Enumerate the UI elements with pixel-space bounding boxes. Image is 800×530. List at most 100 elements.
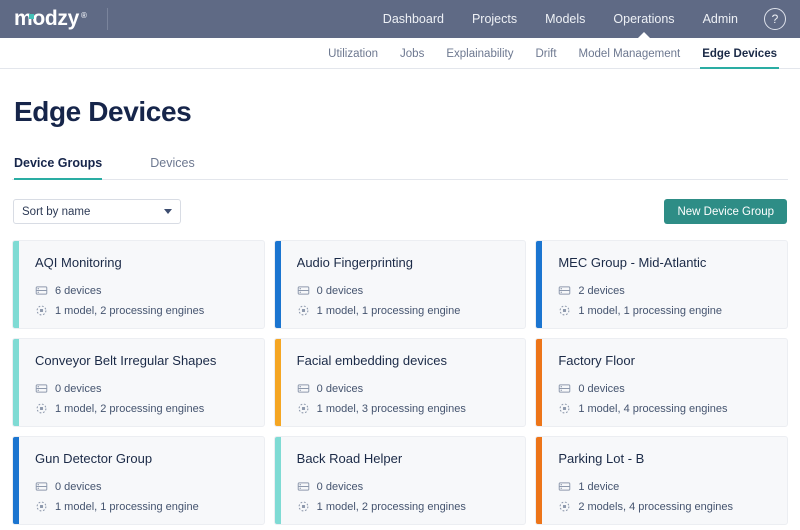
device-count-row: 6 devices [35, 284, 250, 297]
device-count-row: 0 devices [35, 480, 250, 493]
device-count-label: 0 devices [316, 382, 364, 395]
card-accent-bar [274, 241, 281, 328]
device-icon [297, 382, 317, 395]
nav-item-models[interactable]: Models [531, 0, 599, 38]
device-icon [558, 382, 578, 395]
device-count-row: 0 devices [297, 480, 512, 493]
brand-logo[interactable]: modzy ® [0, 0, 108, 38]
device-count-row: 0 devices [297, 382, 512, 395]
device-group-card[interactable]: Facial embedding devices 0 devices 1 model… [273, 338, 527, 427]
logo-accent-square [28, 14, 34, 19]
device-icon [297, 284, 317, 297]
subnav-item-model-management[interactable]: Model Management [568, 48, 692, 68]
brand-divider [106, 8, 108, 30]
nav-item-dashboard[interactable]: Dashboard [369, 0, 458, 38]
operations-subnav: Utilization Jobs Explainability Drift Mo… [0, 38, 800, 69]
card-accent-bar [13, 437, 19, 524]
processing-engine-icon [558, 304, 578, 317]
processing-engine-icon [35, 304, 55, 317]
device-icon [35, 284, 55, 297]
device-count-row: 0 devices [297, 284, 512, 297]
processing-engine-icon [558, 500, 578, 513]
card-accent-bar [536, 241, 543, 328]
device-count-label: 2 devices [578, 284, 625, 297]
device-group-card[interactable]: Factory Floor 0 devices 1 model, 4 process… [535, 338, 788, 427]
card-accent-bar [536, 339, 543, 426]
model-engine-label: 1 model, 2 processing engines [55, 402, 205, 415]
model-engine-row: 1 model, 1 processing engine [35, 500, 250, 513]
device-group-name: MEC Group - Mid-Atlantic [558, 255, 707, 270]
model-engine-label: 1 model, 1 processing engine [316, 304, 461, 317]
device-group-card[interactable]: Parking Lot - B 1 device 2 models, 4 proce… [535, 436, 788, 525]
processing-engine-icon [35, 500, 55, 513]
device-icon [35, 382, 55, 395]
device-count-row: 2 devices [558, 284, 773, 297]
model-engine-row: 1 model, 2 processing engines [35, 304, 250, 317]
subnav-item-jobs[interactable]: Jobs [389, 48, 435, 68]
device-group-card[interactable]: AQI Monitoring 6 devices 1 model, 2 proces… [12, 240, 265, 329]
subnav-item-drift[interactable]: Drift [524, 48, 567, 68]
device-group-card[interactable]: Audio Fingerprinting 0 devices 1 model, 1 … [273, 240, 527, 329]
model-engine-row: 2 models, 4 processing engines [558, 500, 773, 513]
device-count-label: 0 devices [55, 382, 102, 395]
model-engine-label: 1 model, 1 processing engine [578, 304, 723, 317]
device-count-label: 0 devices [578, 382, 625, 395]
processing-engine-icon [297, 500, 317, 513]
device-count-label: 1 device [578, 480, 620, 493]
subnav-item-utilization[interactable]: Utilization [317, 48, 389, 68]
tab-devices[interactable]: Devices [150, 156, 202, 179]
model-engine-label: 1 model, 3 processing engines [316, 402, 466, 415]
device-count-row: 0 devices [35, 382, 250, 395]
device-group-card[interactable]: Back Road Helper 0 devices 1 model, 2 proc… [273, 436, 527, 525]
device-count-label: 0 devices [316, 284, 364, 297]
logo-wordmark: modzy ® [14, 7, 87, 31]
nav-item-projects[interactable]: Projects [458, 0, 531, 38]
device-group-name: Gun Detector Group [35, 451, 153, 466]
page-content: Edge Devices Device Groups Devices Sort … [0, 96, 800, 525]
model-engine-label: 1 model, 1 processing engine [55, 500, 199, 513]
sort-select[interactable]: Sort by name [13, 199, 181, 224]
processing-engine-icon [297, 402, 317, 415]
help-circle-icon[interactable]: ? [764, 8, 786, 30]
card-accent-bar [274, 437, 281, 524]
tab-device-groups[interactable]: Device Groups [14, 156, 110, 180]
device-count-row: 0 devices [558, 382, 773, 395]
device-group-name: Factory Floor [558, 353, 635, 368]
device-count-label: 0 devices [55, 480, 102, 493]
device-group-name: Facial embedding devices [296, 353, 447, 368]
device-group-name: AQI Monitoring [35, 255, 122, 270]
model-engine-row: 1 model, 3 processing engines [297, 402, 512, 415]
processing-engine-icon [35, 402, 55, 415]
processing-engine-icon [558, 402, 578, 415]
device-group-card[interactable]: Gun Detector Group 0 devices 1 model, 1 pr… [12, 436, 265, 525]
logo-text: modzy [14, 7, 80, 30]
toolbar: Sort by name New Device Group [12, 199, 788, 224]
page-title: Edge Devices [14, 96, 192, 127]
device-groups-grid: AQI Monitoring 6 devices 1 model, 2 proces… [12, 240, 788, 525]
top-header-bar: modzy ® Dashboard Projects Models Operat… [0, 0, 800, 38]
device-icon [297, 480, 317, 493]
model-engine-label: 1 model, 4 processing engines [578, 402, 728, 415]
model-engine-label: 2 models, 4 processing engines [578, 500, 734, 513]
device-count-label: 6 devices [55, 284, 102, 297]
device-count-label: 0 devices [316, 480, 364, 493]
device-count-row: 1 device [558, 480, 773, 493]
page-tabs: Device Groups Devices [12, 156, 788, 180]
device-group-card[interactable]: MEC Group - Mid-Atlantic 2 devices 1 model… [535, 240, 788, 329]
device-group-name: Back Road Helper [296, 451, 403, 466]
card-accent-bar [536, 437, 543, 524]
model-engine-label: 1 model, 2 processing engines [55, 304, 205, 317]
subnav-item-edge-devices[interactable]: Edge Devices [691, 48, 788, 69]
card-accent-bar [274, 339, 281, 426]
new-device-group-button[interactable]: New Device Group [664, 199, 787, 224]
model-engine-label: 1 model, 2 processing engines [316, 500, 466, 513]
model-engine-row: 1 model, 2 processing engines [35, 402, 250, 415]
device-group-card[interactable]: Conveyor Belt Irregular Shapes 0 devices 1… [12, 338, 265, 427]
nav-item-admin[interactable]: Admin [689, 0, 752, 38]
model-engine-row: 1 model, 1 processing engine [558, 304, 773, 317]
processing-engine-icon [297, 304, 317, 317]
subnav-item-explainability[interactable]: Explainability [435, 48, 524, 68]
device-icon [35, 480, 55, 493]
device-group-name: Audio Fingerprinting [296, 255, 414, 270]
nav-item-operations[interactable]: Operations [599, 0, 688, 38]
